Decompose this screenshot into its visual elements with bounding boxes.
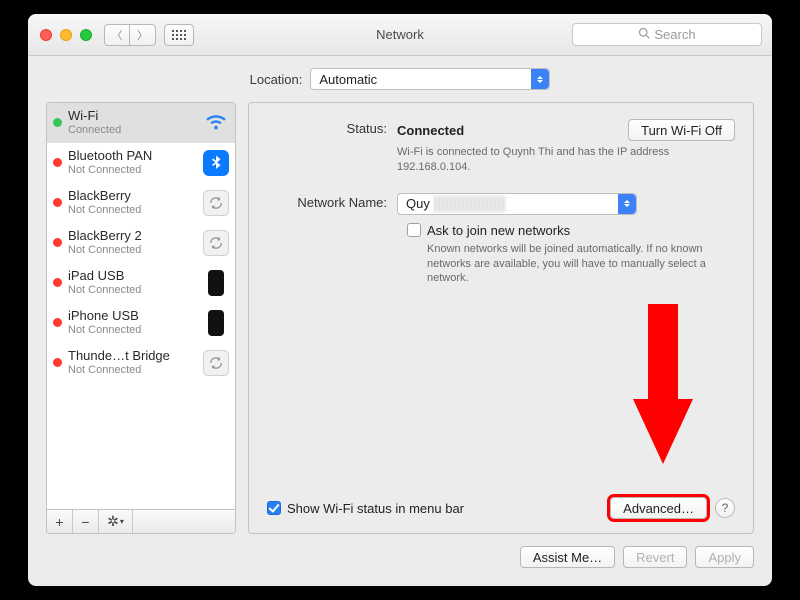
service-item[interactable]: Wi-FiConnected (47, 103, 235, 143)
ask-join-hint: Known networks will be joined automatica… (427, 242, 707, 287)
service-labels: BlackBerry 2Not Connected (68, 229, 199, 257)
wifi-toggle-button[interactable]: Turn Wi-Fi Off (628, 119, 735, 141)
bottom-row: Show Wi-Fi status in menu bar Advanced… … (267, 497, 735, 519)
forward-button[interactable]: 〉 (130, 24, 156, 46)
help-button[interactable]: ? (715, 498, 735, 518)
service-labels: Wi-FiConnected (68, 109, 199, 137)
status-hint: Wi-Fi is connected to Quynh Thi and has … (397, 145, 697, 175)
service-item[interactable]: Thunde…t BridgeNot Connected (47, 343, 235, 383)
detail-pane: Status: Connected Turn Wi-Fi Off Wi-Fi i… (248, 102, 754, 534)
status-value: Connected (397, 123, 464, 138)
status-row: Status: Connected Turn Wi-Fi Off Wi-Fi i… (267, 119, 735, 175)
status-dot-icon (53, 358, 62, 367)
show-menubar-label: Show Wi-Fi status in menu bar (287, 501, 464, 516)
service-item[interactable]: BlackBerry 2Not Connected (47, 223, 235, 263)
status-dot-icon (53, 278, 62, 287)
search-placeholder: Search (654, 27, 695, 42)
status-dot-icon (53, 118, 62, 127)
service-labels: iPhone USBNot Connected (68, 309, 199, 337)
search-input[interactable]: Search (572, 23, 762, 46)
service-list: Wi-FiConnectedBluetooth PANNot Connected… (47, 103, 235, 509)
service-substatus: Not Connected (68, 364, 199, 377)
minimize-window-button[interactable] (60, 29, 72, 41)
apply-button[interactable]: Apply (695, 546, 754, 568)
service-substatus: Not Connected (68, 164, 199, 177)
advanced-button[interactable]: Advanced… (610, 497, 707, 519)
service-name: BlackBerry 2 (68, 229, 199, 244)
grid-icon (172, 30, 186, 40)
service-substatus: Connected (68, 124, 199, 137)
network-name-row: Network Name: Quy (267, 193, 735, 215)
network-name-value: Quy (406, 196, 430, 211)
help-icon: ? (722, 501, 729, 515)
window-controls (28, 29, 92, 41)
network-name-popup[interactable]: Quy (397, 193, 637, 215)
gear-icon: ✲ (107, 513, 119, 530)
network-name-label: Network Name: (267, 193, 397, 210)
assist-me-button[interactable]: Assist Me… (520, 546, 615, 568)
service-sidebar: Wi-FiConnectedBluetooth PANNot Connected… (46, 102, 236, 534)
service-name: Wi-Fi (68, 109, 199, 124)
revert-button[interactable]: Revert (623, 546, 687, 568)
service-substatus: Not Connected (68, 204, 199, 217)
service-labels: Bluetooth PANNot Connected (68, 149, 199, 177)
sync-icon (203, 230, 229, 256)
ask-join-label: Ask to join new networks (427, 223, 570, 238)
close-window-button[interactable] (40, 29, 52, 41)
service-name: iPad USB (68, 269, 199, 284)
location-popup[interactable]: Automatic (310, 68, 550, 90)
updown-icon (618, 194, 636, 214)
location-row: Location: Automatic (28, 56, 772, 102)
remove-service-button[interactable]: − (73, 510, 99, 533)
ask-join-row: Ask to join new networks Known networks … (407, 223, 735, 287)
status-label: Status: (267, 119, 397, 136)
service-labels: Thunde…t BridgeNot Connected (68, 349, 199, 377)
ask-join-checkbox[interactable] (407, 223, 421, 237)
back-button[interactable]: 〈 (104, 24, 130, 46)
service-name: Thunde…t Bridge (68, 349, 199, 364)
updown-icon (531, 69, 549, 89)
location-value: Automatic (319, 72, 377, 87)
location-label: Location: (250, 72, 303, 87)
redaction-blur (434, 196, 506, 212)
service-name: BlackBerry (68, 189, 199, 204)
service-name: Bluetooth PAN (68, 149, 199, 164)
main-area: Wi-FiConnectedBluetooth PANNot Connected… (46, 102, 754, 534)
sidebar-footer: + − ✲▾ (47, 509, 235, 533)
chevron-left-icon: 〈 (112, 27, 123, 43)
service-actions-menu[interactable]: ✲▾ (99, 510, 133, 533)
service-item[interactable]: Bluetooth PANNot Connected (47, 143, 235, 183)
network-prefs-window: 〈 〉 Network Search Location: Automatic (28, 14, 772, 586)
status-dot-icon (53, 158, 62, 167)
service-substatus: Not Connected (68, 324, 199, 337)
service-labels: iPad USBNot Connected (68, 269, 199, 297)
sync-icon (203, 190, 229, 216)
show-menubar-checkbox[interactable] (267, 501, 281, 515)
chevron-down-icon: ▾ (120, 517, 124, 526)
wifi-icon (203, 110, 229, 136)
zoom-window-button[interactable] (80, 29, 92, 41)
show-all-prefs-button[interactable] (164, 24, 194, 46)
service-item[interactable]: iPhone USBNot Connected (47, 303, 235, 343)
service-item[interactable]: iPad USBNot Connected (47, 263, 235, 303)
status-dot-icon (53, 238, 62, 247)
device-icon (203, 310, 229, 336)
chevron-right-icon: 〉 (137, 27, 148, 43)
window-footer: Assist Me… Revert Apply (46, 540, 754, 574)
add-service-button[interactable]: + (47, 510, 73, 533)
service-substatus: Not Connected (68, 244, 199, 257)
device-icon (203, 270, 229, 296)
titlebar: 〈 〉 Network Search (28, 14, 772, 56)
bluetooth-icon (203, 150, 229, 176)
status-dot-icon (53, 198, 62, 207)
sync-icon (203, 350, 229, 376)
search-icon (638, 27, 650, 42)
service-name: iPhone USB (68, 309, 199, 324)
status-dot-icon (53, 318, 62, 327)
nav-back-forward: 〈 〉 (104, 24, 156, 46)
service-item[interactable]: BlackBerryNot Connected (47, 183, 235, 223)
service-labels: BlackBerryNot Connected (68, 189, 199, 217)
service-substatus: Not Connected (68, 284, 199, 297)
